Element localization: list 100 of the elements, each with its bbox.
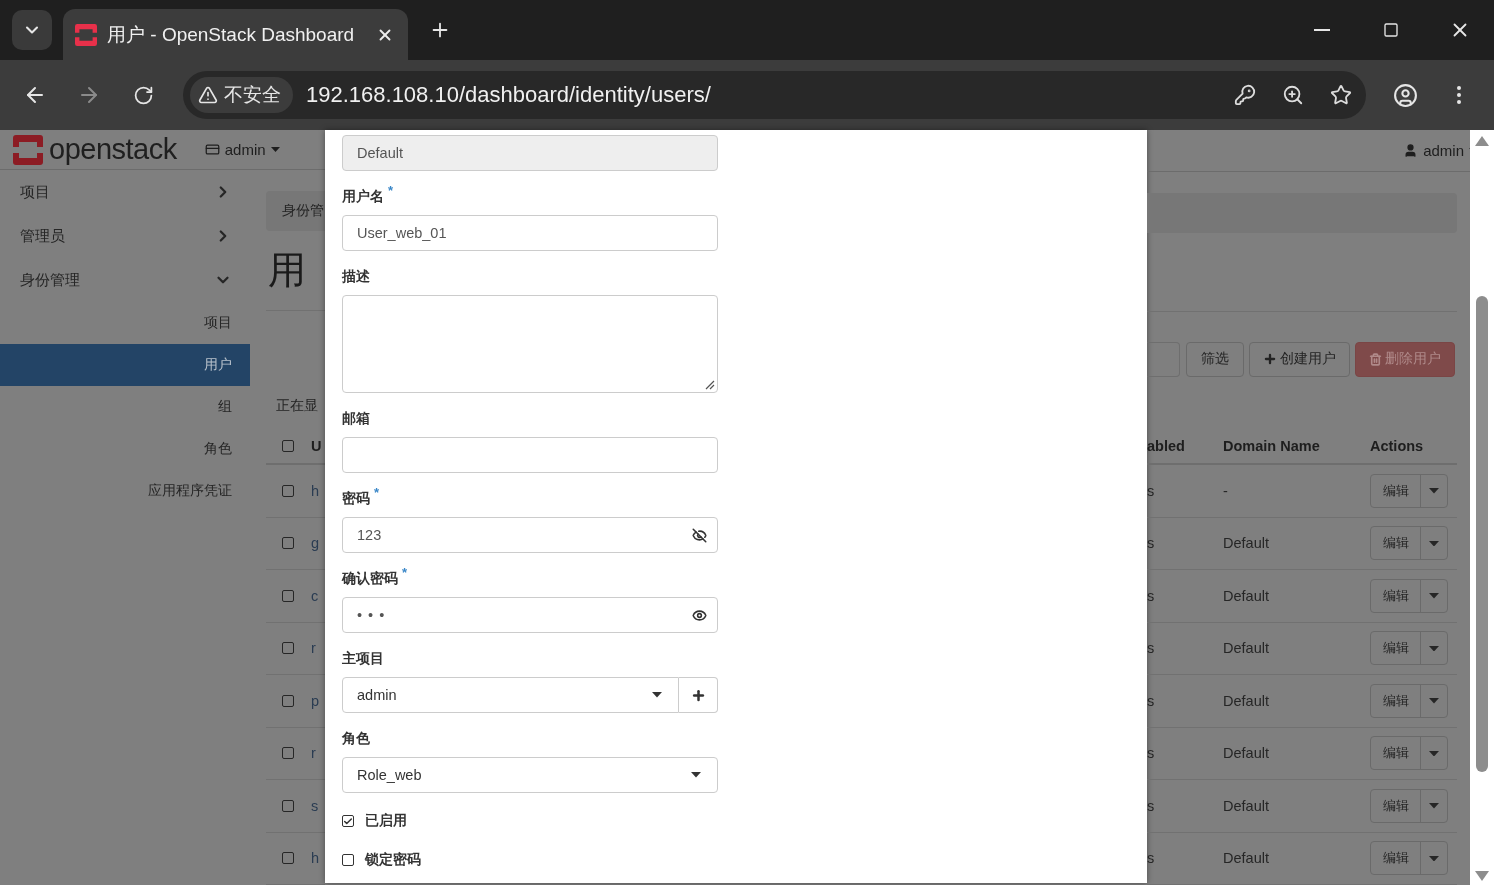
plus-icon: [1263, 352, 1277, 367]
table-cell-text: Default: [1223, 692, 1270, 709]
split-button[interactable]: 编辑: [1370, 683, 1448, 718]
table-cell-text: s: [1147, 535, 1156, 552]
split-button[interactable]: 编辑: [1370, 473, 1448, 508]
zoom-icon[interactable]: [1282, 84, 1304, 106]
sidebar-item[interactable]: 项目: [0, 170, 250, 214]
table-cell-text: s: [1147, 745, 1156, 762]
textarea-field[interactable]: [342, 295, 718, 393]
caret-icon: [1429, 540, 1439, 546]
checkbox[interactable]: [281, 484, 294, 497]
filter-button[interactable]: 筛选: [1186, 341, 1244, 377]
edit-button[interactable]: 编辑: [1371, 632, 1421, 665]
user-icon: [1403, 142, 1419, 158]
user-link[interactable]: p: [311, 692, 325, 709]
required-mark: *: [374, 485, 380, 500]
count-text: 正在显: [275, 396, 319, 415]
split-button[interactable]: 编辑: [1370, 578, 1448, 613]
checkbox[interactable]: [281, 589, 294, 602]
table-cell-text: Default: [1223, 535, 1270, 552]
eye-icon[interactable]: [692, 607, 707, 623]
user-link[interactable]: h: [311, 850, 325, 867]
field-label: 主项目: [342, 650, 384, 668]
scroll-up-arrow-icon[interactable]: [1475, 136, 1489, 146]
security-chip[interactable]: 不安全: [190, 77, 293, 113]
minimize-icon: [1313, 29, 1330, 31]
caret-icon: [1429, 750, 1439, 756]
checkbox[interactable]: [281, 799, 294, 812]
column-header: Actions: [1370, 437, 1425, 454]
table-cell-text: Default: [1223, 745, 1270, 762]
split-button[interactable]: 编辑: [1370, 788, 1448, 823]
scroll-down-arrow-icon[interactable]: [1475, 871, 1489, 881]
edit-button[interactable]: 编辑: [1371, 474, 1421, 507]
table-cell-text: -: [1223, 482, 1229, 499]
maximize-icon: [1382, 22, 1399, 38]
tab-title: 用户 - OpenStack Dashboard: [107, 22, 356, 47]
profile-icon: [1392, 82, 1418, 108]
checkbox[interactable]: [281, 642, 294, 655]
edit-button[interactable]: 编辑: [1371, 737, 1421, 770]
caret-icon: [1429, 803, 1439, 809]
project-menu[interactable]: admin: [204, 141, 280, 158]
user-link[interactable]: r: [311, 745, 325, 762]
checkbox-label: 锁定密码: [365, 851, 421, 869]
create-button[interactable]: 创建用户: [1249, 341, 1350, 377]
key-icon[interactable]: [1234, 84, 1256, 106]
sidebar-subitem[interactable]: 组: [0, 386, 250, 428]
page-heading: 用: [267, 248, 306, 293]
user-link[interactable]: c: [311, 587, 325, 604]
caret-icon: [1429, 593, 1439, 599]
caret-icon: [270, 147, 280, 152]
checkbox[interactable]: [281, 852, 294, 865]
checkbox[interactable]: [342, 815, 354, 827]
sidebar-subitem[interactable]: 角色: [0, 428, 250, 470]
split-button[interactable]: 编辑: [1370, 631, 1448, 666]
split-button[interactable]: 编辑: [1370, 526, 1448, 561]
input-field[interactable]: User_web_01: [342, 215, 718, 251]
checkbox[interactable]: [281, 694, 294, 707]
sidebar-subitem[interactable]: 用户: [0, 344, 250, 386]
scrollbar-thumb[interactable]: [1476, 296, 1488, 772]
edit-button[interactable]: 编辑: [1371, 789, 1421, 822]
split-button[interactable]: 编辑: [1370, 736, 1448, 771]
select-field[interactable]: admin: [342, 677, 679, 713]
sidebar-subitem[interactable]: 项目: [0, 302, 250, 344]
edit-button[interactable]: 编辑: [1371, 579, 1421, 612]
user-link[interactable]: s: [311, 797, 325, 814]
table-cell-text: s: [1147, 797, 1156, 814]
star-icon[interactable]: [1330, 84, 1352, 106]
address-bar[interactable]: 不安全 192.168.108.10/dashboard/identity/users/: [183, 71, 1366, 119]
edit-button[interactable]: 编辑: [1371, 842, 1421, 875]
password-field[interactable]: 123: [342, 517, 718, 553]
add-button[interactable]: [679, 677, 718, 713]
project-icon: [204, 142, 220, 157]
edit-button[interactable]: 编辑: [1371, 527, 1421, 560]
checkbox[interactable]: [281, 537, 294, 550]
sidebar-item[interactable]: 管理员: [0, 214, 250, 258]
user-link[interactable]: g: [311, 535, 325, 552]
tab-list-button[interactable]: [12, 10, 52, 50]
table-cell-text: s: [1147, 850, 1156, 867]
browser-tab[interactable]: 用户 - OpenStack Dashboard: [63, 9, 408, 60]
input-field[interactable]: [342, 437, 718, 473]
eye-slash-icon[interactable]: [692, 527, 707, 543]
user-link[interactable]: h: [311, 482, 325, 499]
filter-field[interactable]: [1147, 341, 1180, 377]
sidebar-item[interactable]: 身份管理: [0, 258, 250, 302]
checkbox[interactable]: [281, 439, 294, 452]
checkbox[interactable]: [342, 854, 354, 866]
edit-button[interactable]: 编辑: [1371, 684, 1421, 717]
sidebar-subitem[interactable]: 应用程序凭证: [0, 470, 250, 512]
user-link[interactable]: r: [311, 640, 325, 657]
user-menu[interactable]: admin: [1403, 141, 1470, 159]
scrollbar[interactable]: [1470, 130, 1494, 885]
select-field[interactable]: Role_web: [342, 757, 718, 793]
table-cell-text: Default: [1223, 640, 1270, 657]
plus-icon: [690, 687, 706, 703]
split-button[interactable]: 编辑: [1370, 841, 1448, 876]
checkbox[interactable]: [281, 747, 294, 760]
table-cell-text: s: [1147, 587, 1156, 604]
password-field[interactable]: • • •: [342, 597, 718, 633]
required-mark: *: [388, 183, 394, 198]
resize-handle-icon[interactable]: [705, 380, 715, 390]
